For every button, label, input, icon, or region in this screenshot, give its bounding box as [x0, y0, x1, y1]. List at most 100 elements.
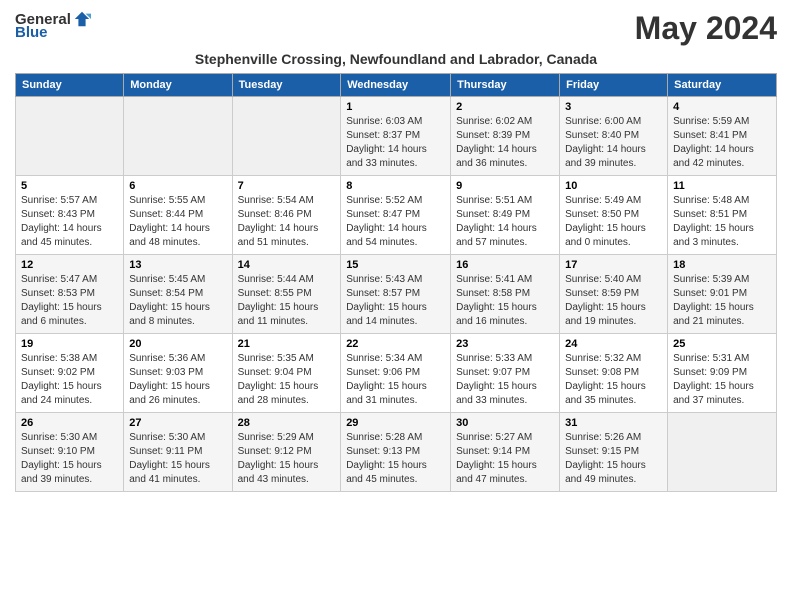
day-info: Sunrise: 5:54 AM Sunset: 8:46 PM Dayligh…: [238, 194, 336, 250]
day-of-week-header: Monday: [124, 74, 232, 97]
day-info: Sunrise: 5:35 AM Sunset: 9:04 PM Dayligh…: [238, 352, 336, 408]
day-number: 26: [21, 417, 118, 429]
calendar-cell: 18 Sunrise: 5:39 AM Sunset: 9:01 PM Dayli…: [668, 255, 777, 334]
calendar-week-row: 5 Sunrise: 5:57 AM Sunset: 8:43 PM Daylig…: [16, 176, 777, 255]
day-info: Sunrise: 5:55 AM Sunset: 8:44 PM Dayligh…: [129, 194, 226, 250]
calendar-week-row: 19 Sunrise: 5:38 AM Sunset: 9:02 PM Dayli…: [16, 334, 777, 413]
logo: General Blue: [15, 10, 91, 41]
calendar-cell: 3 Sunrise: 6:00 AM Sunset: 8:40 PM Daylig…: [560, 97, 668, 176]
day-info: Sunrise: 5:57 AM Sunset: 8:43 PM Dayligh…: [21, 194, 118, 250]
calendar-cell: 23 Sunrise: 5:33 AM Sunset: 9:07 PM Dayli…: [451, 334, 560, 413]
day-number: 25: [673, 338, 771, 350]
calendar-cell: 4 Sunrise: 5:59 AM Sunset: 8:41 PM Daylig…: [668, 97, 777, 176]
calendar-cell: 19 Sunrise: 5:38 AM Sunset: 9:02 PM Dayli…: [16, 334, 124, 413]
logo-blue: Blue: [15, 24, 48, 41]
calendar-cell: 17 Sunrise: 5:40 AM Sunset: 8:59 PM Dayli…: [560, 255, 668, 334]
calendar-cell: [16, 97, 124, 176]
day-info: Sunrise: 5:59 AM Sunset: 8:41 PM Dayligh…: [673, 115, 771, 171]
day-info: Sunrise: 5:29 AM Sunset: 9:12 PM Dayligh…: [238, 431, 336, 487]
day-of-week-header: Friday: [560, 74, 668, 97]
day-number: 17: [565, 259, 662, 271]
month-title: May 2024: [635, 10, 777, 47]
day-number: 29: [346, 417, 445, 429]
day-info: Sunrise: 5:32 AM Sunset: 9:08 PM Dayligh…: [565, 352, 662, 408]
day-number: 6: [129, 180, 226, 192]
day-number: 22: [346, 338, 445, 350]
calendar-cell: 20Sunrise: 5:36 AM Sunset: 9:03 PM Dayli…: [124, 334, 232, 413]
day-info: Sunrise: 5:31 AM Sunset: 9:09 PM Dayligh…: [673, 352, 771, 408]
calendar-header-row: SundayMondayTuesdayWednesdayThursdayFrid…: [16, 74, 777, 97]
day-number: 19: [21, 338, 118, 350]
day-number: 13: [129, 259, 226, 271]
day-of-week-header: Sunday: [16, 74, 124, 97]
day-number: 23: [456, 338, 554, 350]
day-number: 15: [346, 259, 445, 271]
day-info: Sunrise: 5:36 AM Sunset: 9:03 PM Dayligh…: [129, 352, 226, 408]
logo-icon: [73, 10, 91, 28]
calendar-cell: 31 Sunrise: 5:26 AM Sunset: 9:15 PM Dayli…: [560, 413, 668, 492]
calendar-cell: 14 Sunrise: 5:44 AM Sunset: 8:55 PM Dayli…: [232, 255, 341, 334]
day-number: 5: [21, 180, 118, 192]
day-info: Sunrise: 5:47 AM Sunset: 8:53 PM Dayligh…: [21, 273, 118, 329]
day-number: 4: [673, 101, 771, 113]
calendar-cell: 27 Sunrise: 5:30 AM Sunset: 9:11 PM Dayli…: [124, 413, 232, 492]
day-number: 31: [565, 417, 662, 429]
day-info: Sunrise: 5:30 AM Sunset: 9:10 PM Dayligh…: [21, 431, 118, 487]
calendar-cell: 10 Sunrise: 5:49 AM Sunset: 8:50 PM Dayli…: [560, 176, 668, 255]
day-info: Sunrise: 5:30 AM Sunset: 9:11 PM Dayligh…: [129, 431, 226, 487]
calendar-cell: 9Sunrise: 5:51 AM Sunset: 8:49 PM Daylig…: [451, 176, 560, 255]
day-info: Sunrise: 5:49 AM Sunset: 8:50 PM Dayligh…: [565, 194, 662, 250]
day-number: 27: [129, 417, 226, 429]
calendar-cell: 16Sunrise: 5:41 AM Sunset: 8:58 PM Dayli…: [451, 255, 560, 334]
day-number: 14: [238, 259, 336, 271]
day-info: Sunrise: 5:48 AM Sunset: 8:51 PM Dayligh…: [673, 194, 771, 250]
calendar-cell: 15Sunrise: 5:43 AM Sunset: 8:57 PM Dayli…: [341, 255, 451, 334]
day-info: Sunrise: 5:27 AM Sunset: 9:14 PM Dayligh…: [456, 431, 554, 487]
day-info: Sunrise: 5:28 AM Sunset: 9:13 PM Dayligh…: [346, 431, 445, 487]
calendar-cell: 13 Sunrise: 5:45 AM Sunset: 8:54 PM Dayli…: [124, 255, 232, 334]
day-number: 2: [456, 101, 554, 113]
day-info: Sunrise: 5:26 AM Sunset: 9:15 PM Dayligh…: [565, 431, 662, 487]
calendar-cell: [668, 413, 777, 492]
calendar-cell: 11 Sunrise: 5:48 AM Sunset: 8:51 PM Dayli…: [668, 176, 777, 255]
calendar-cell: 30 Sunrise: 5:27 AM Sunset: 9:14 PM Dayli…: [451, 413, 560, 492]
day-info: Sunrise: 5:38 AM Sunset: 9:02 PM Dayligh…: [21, 352, 118, 408]
day-info: Sunrise: 5:44 AM Sunset: 8:55 PM Dayligh…: [238, 273, 336, 329]
day-info: Sunrise: 6:00 AM Sunset: 8:40 PM Dayligh…: [565, 115, 662, 171]
day-number: 18: [673, 259, 771, 271]
day-info: Sunrise: 5:45 AM Sunset: 8:54 PM Dayligh…: [129, 273, 226, 329]
calendar-week-row: 1Sunrise: 6:03 AM Sunset: 8:37 PM Daylig…: [16, 97, 777, 176]
calendar-cell: 12 Sunrise: 5:47 AM Sunset: 8:53 PM Dayli…: [16, 255, 124, 334]
day-number: 8: [346, 180, 445, 192]
calendar-week-row: 26 Sunrise: 5:30 AM Sunset: 9:10 PM Dayli…: [16, 413, 777, 492]
calendar-cell: 5 Sunrise: 5:57 AM Sunset: 8:43 PM Daylig…: [16, 176, 124, 255]
day-info: Sunrise: 5:51 AM Sunset: 8:49 PM Dayligh…: [456, 194, 554, 250]
day-info: Sunrise: 6:02 AM Sunset: 8:39 PM Dayligh…: [456, 115, 554, 171]
day-info: Sunrise: 5:52 AM Sunset: 8:47 PM Dayligh…: [346, 194, 445, 250]
calendar-table: SundayMondayTuesdayWednesdayThursdayFrid…: [15, 73, 777, 492]
day-info: Sunrise: 5:41 AM Sunset: 8:58 PM Dayligh…: [456, 273, 554, 329]
calendar-week-row: 12 Sunrise: 5:47 AM Sunset: 8:53 PM Dayli…: [16, 255, 777, 334]
calendar-cell: 8 Sunrise: 5:52 AM Sunset: 8:47 PM Daylig…: [341, 176, 451, 255]
day-number: 21: [238, 338, 336, 350]
calendar-cell: 28Sunrise: 5:29 AM Sunset: 9:12 PM Dayli…: [232, 413, 341, 492]
calendar-cell: [124, 97, 232, 176]
calendar-cell: 21 Sunrise: 5:35 AM Sunset: 9:04 PM Dayli…: [232, 334, 341, 413]
calendar-cell: 1Sunrise: 6:03 AM Sunset: 8:37 PM Daylig…: [341, 97, 451, 176]
calendar-cell: 22Sunrise: 5:34 AM Sunset: 9:06 PM Dayli…: [341, 334, 451, 413]
calendar-cell: 2 Sunrise: 6:02 AM Sunset: 8:39 PM Daylig…: [451, 97, 560, 176]
calendar-cell: [232, 97, 341, 176]
day-number: 12: [21, 259, 118, 271]
day-number: 10: [565, 180, 662, 192]
calendar-cell: 26 Sunrise: 5:30 AM Sunset: 9:10 PM Dayli…: [16, 413, 124, 492]
day-of-week-header: Wednesday: [341, 74, 451, 97]
calendar-cell: 7Sunrise: 5:54 AM Sunset: 8:46 PM Daylig…: [232, 176, 341, 255]
day-info: Sunrise: 5:39 AM Sunset: 9:01 PM Dayligh…: [673, 273, 771, 329]
day-number: 3: [565, 101, 662, 113]
day-of-week-header: Saturday: [668, 74, 777, 97]
day-info: Sunrise: 5:33 AM Sunset: 9:07 PM Dayligh…: [456, 352, 554, 408]
day-number: 11: [673, 180, 771, 192]
day-of-week-header: Thursday: [451, 74, 560, 97]
day-info: Sunrise: 5:40 AM Sunset: 8:59 PM Dayligh…: [565, 273, 662, 329]
day-number: 30: [456, 417, 554, 429]
